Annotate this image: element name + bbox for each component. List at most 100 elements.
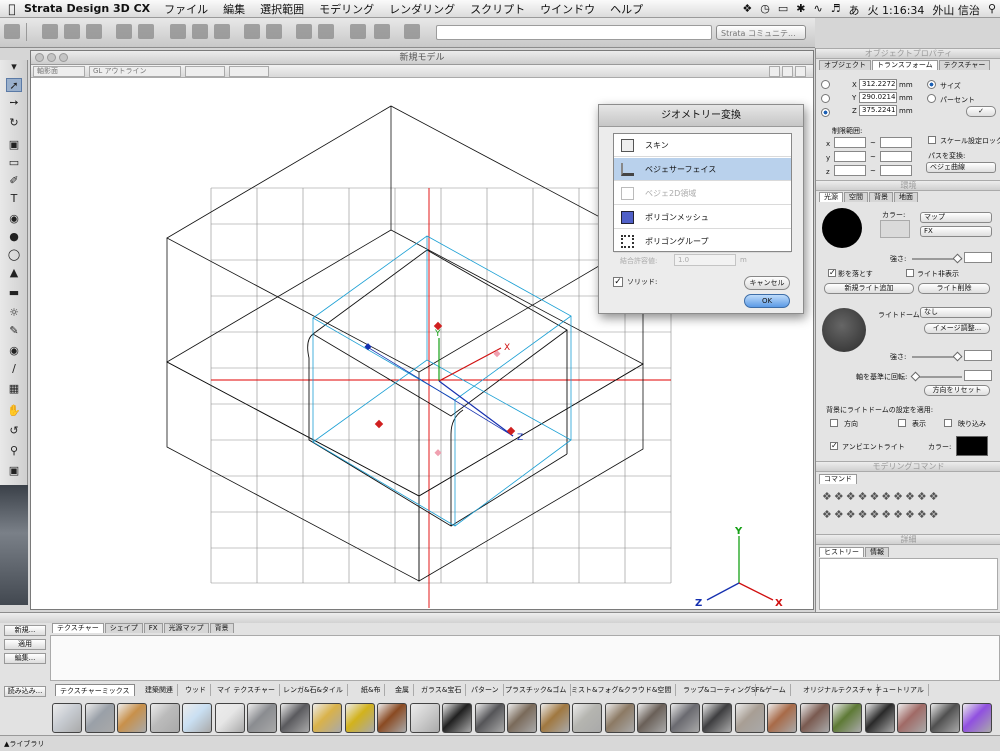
texture-swatch[interactable] (474, 703, 505, 733)
list-item-polygon-group[interactable]: ポリゴングループ (614, 230, 791, 253)
delete-light-button[interactable]: ライト削除 (918, 283, 990, 294)
tab-light[interactable]: 光源 (819, 192, 843, 202)
scale-radio[interactable] (821, 108, 830, 117)
light-color-swatch[interactable] (880, 220, 910, 238)
category-tab[interactable]: ラップ&コーティング (679, 684, 757, 696)
texture-swatch[interactable] (182, 703, 212, 733)
close-button[interactable] (35, 53, 44, 62)
solid-checkbox[interactable]: ✓ (613, 277, 623, 287)
app-menu[interactable]: Strata Design 3D CX (24, 2, 150, 15)
zoom-button[interactable] (59, 53, 68, 62)
palette-collapse-icon[interactable]: ▾ (6, 60, 22, 74)
modeling-command-icons[interactable]: ❖❖❖❖❖❖❖❖❖❖ ❖❖❖❖❖❖❖❖❖❖ (822, 488, 998, 528)
category-tab[interactable]: プラスチック&ゴム (501, 684, 572, 696)
image-adjust-button[interactable]: イメージ調整... (924, 323, 990, 334)
y-min-input[interactable] (834, 151, 866, 162)
z-max-input[interactable] (880, 165, 912, 176)
reshape-tool-icon[interactable]: ➙ (6, 96, 22, 110)
ok-button[interactable]: OK (744, 294, 790, 308)
list-item-skin[interactable]: スキン (614, 134, 791, 157)
edit-button[interactable]: 編集... (4, 653, 46, 664)
rotate-radio[interactable] (821, 94, 830, 103)
align-icon[interactable] (350, 24, 366, 39)
redo-icon[interactable] (266, 24, 282, 39)
copy-icon[interactable] (192, 24, 208, 39)
move-radio[interactable] (821, 80, 830, 89)
category-tab[interactable]: レンガ&石&タイル (279, 684, 348, 696)
category-tab[interactable]: マイ テクスチャー (213, 684, 280, 696)
handle[interactable] (506, 426, 516, 436)
camera-tool-icon[interactable]: ◉ (6, 344, 22, 358)
tab-commands[interactable]: コマンド (819, 474, 857, 484)
time-machine-icon[interactable]: ◷ (760, 2, 770, 18)
hand-tool-icon[interactable]: ✋ (6, 404, 22, 418)
slider-knob[interactable] (910, 371, 921, 382)
apple-icon[interactable]:  (0, 2, 24, 16)
new-button[interactable]: 新規... (4, 625, 46, 636)
category-tab[interactable]: テクスチャーミックス (55, 684, 135, 696)
tab-backgrounds[interactable]: 背景 (209, 623, 234, 633)
z-min-input[interactable] (834, 165, 866, 176)
render-mode-select[interactable]: GL アウトライン (89, 66, 181, 77)
texture-swatch[interactable] (117, 703, 147, 733)
paste-icon[interactable] (214, 24, 230, 39)
texture-swatch[interactable] (929, 703, 960, 733)
reset-direction-button[interactable]: 方向をリセット (924, 385, 990, 396)
category-tab[interactable]: 金属 (391, 684, 414, 696)
map-select[interactable]: マップ (920, 212, 992, 223)
ambient-light-checkbox[interactable]: ✓ (830, 442, 838, 450)
texture-swatch[interactable] (734, 703, 765, 733)
dome-intensity-input[interactable] (964, 350, 992, 361)
category-tab[interactable]: 紙&布 (357, 684, 386, 696)
torus-tool-icon[interactable]: ◯ (6, 248, 22, 262)
tab-fx[interactable]: FX (143, 623, 163, 633)
ambient-color-swatch[interactable] (956, 436, 988, 456)
texture-swatch[interactable] (442, 703, 472, 733)
texture-swatch[interactable] (767, 703, 797, 733)
render-tool-icon[interactable]: ▣ (6, 464, 22, 478)
slider-knob[interactable] (952, 253, 963, 264)
texture-swatch[interactable] (897, 703, 927, 733)
category-tab[interactable]: SF&ゲーム (747, 684, 791, 696)
intensity-input[interactable] (964, 252, 992, 263)
apply-direction-checkbox[interactable] (830, 419, 838, 427)
menu-modeling[interactable]: モデリング (319, 1, 374, 17)
extrude-tool-icon[interactable]: ▲ (6, 266, 22, 280)
tab-shapes[interactable]: シェイプ (104, 623, 143, 633)
menu-help[interactable]: ヘルプ (610, 1, 643, 17)
orbit-tool-icon[interactable]: ↺ (6, 424, 22, 438)
category-tab[interactable]: チュートリアル (871, 684, 929, 696)
tab-history[interactable]: ヒストリー (819, 547, 864, 557)
texture-swatch[interactable] (279, 703, 310, 733)
texture-swatch[interactable] (247, 703, 277, 733)
option-select[interactable] (185, 66, 225, 77)
light-hidden-checkbox[interactable] (906, 269, 914, 277)
path-convert-select[interactable]: ベジェ曲線 (926, 162, 996, 173)
view-select[interactable]: 軸影面 (33, 66, 85, 77)
group-icon[interactable] (296, 24, 312, 39)
open-folder-icon[interactable] (64, 24, 80, 39)
category-tab[interactable]: オリジナルテクスチャ (799, 684, 878, 696)
list-item-polygon-mesh[interactable]: ポリゴンメッシュ (614, 206, 791, 229)
texture-swatch[interactable] (344, 703, 375, 733)
user-name[interactable]: 外山 信治 (932, 2, 980, 18)
tab-light-maps[interactable]: 光源マップ (163, 623, 209, 633)
menu-edit[interactable]: 編集 (223, 1, 245, 17)
menu-selection[interactable]: 選択範囲 (260, 1, 304, 17)
grid-tool-icon[interactable]: ▦ (6, 382, 22, 396)
ruler-tool-icon[interactable]: ▬ (6, 286, 22, 300)
tab-transform[interactable]: トランスフォーム (872, 60, 938, 70)
texture-swatch[interactable] (149, 703, 180, 733)
texture-swatch[interactable] (604, 703, 635, 733)
undo-icon[interactable] (244, 24, 260, 39)
tab-texture[interactable]: テクスチャー (938, 60, 991, 70)
wifi-icon[interactable]: ∿ (813, 2, 822, 18)
option-select[interactable] (229, 66, 269, 77)
split-view-icon[interactable] (795, 66, 806, 77)
texture-swatch[interactable] (507, 703, 537, 733)
input-method[interactable]: あ (849, 2, 860, 18)
x-min-input[interactable] (834, 137, 866, 148)
clock[interactable]: 火 1:16:34 (868, 2, 925, 18)
z-size-input[interactable]: 375.2241 (859, 105, 897, 116)
pen-tool-icon[interactable]: ✐ (6, 174, 22, 188)
